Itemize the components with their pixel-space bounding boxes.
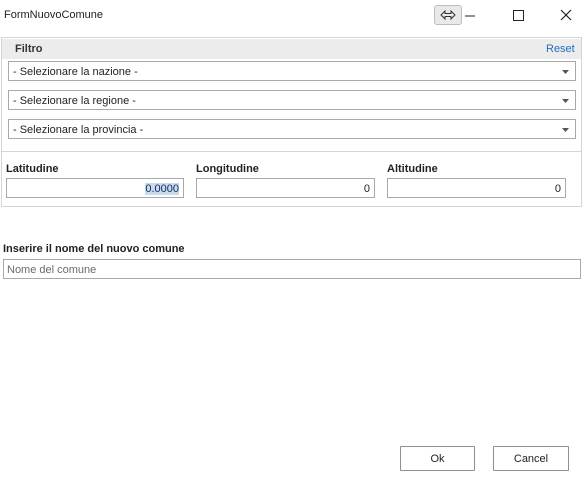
window-title: FormNuovoComune bbox=[4, 9, 104, 21]
nation-select[interactable]: - Selezionare la nazione - bbox=[8, 61, 576, 81]
altitude-input[interactable]: 0 bbox=[387, 178, 566, 198]
region-select-value: - Selezionare la regione - bbox=[13, 95, 136, 107]
reset-link[interactable]: Reset bbox=[546, 43, 575, 55]
longitude-label: Longitudine bbox=[196, 163, 259, 175]
ok-button[interactable]: Ok bbox=[400, 446, 475, 471]
latitude-input[interactable]: 0.0000 bbox=[6, 178, 184, 198]
new-comune-label: Inserire il nome del nuovo comune bbox=[3, 243, 185, 255]
filter-title: Filtro bbox=[15, 43, 43, 55]
latitude-value: 0.0000 bbox=[145, 183, 179, 195]
minimize-button[interactable] bbox=[458, 5, 482, 27]
altitude-label: Altitudine bbox=[387, 163, 438, 175]
close-button[interactable] bbox=[554, 5, 578, 27]
chevron-down-icon bbox=[562, 99, 569, 103]
longitude-input[interactable]: 0 bbox=[196, 178, 375, 198]
divider bbox=[2, 151, 581, 152]
filter-header bbox=[2, 39, 581, 59]
chevron-down-icon bbox=[562, 128, 569, 132]
longitude-value: 0 bbox=[363, 183, 370, 195]
new-comune-input[interactable]: Nome del comune bbox=[3, 259, 581, 279]
cancel-button[interactable]: Cancel bbox=[493, 446, 569, 471]
province-select-value: - Selezionare la provincia - bbox=[13, 124, 144, 136]
maximize-icon bbox=[513, 10, 524, 21]
chevron-down-icon bbox=[562, 70, 569, 74]
altitude-value: 0 bbox=[554, 183, 561, 195]
latitude-label: Latitudine bbox=[6, 163, 59, 175]
province-select[interactable]: - Selezionare la provincia - bbox=[8, 119, 576, 139]
close-icon bbox=[560, 9, 572, 21]
region-select[interactable]: - Selezionare la regione - bbox=[8, 90, 576, 110]
maximize-button[interactable] bbox=[506, 5, 530, 27]
nation-select-value: - Selezionare la nazione - bbox=[13, 66, 138, 78]
minimize-icon bbox=[465, 15, 475, 17]
latitude-value-selected: .0000 bbox=[151, 183, 179, 195]
new-comune-placeholder: Nome del comune bbox=[7, 264, 97, 276]
